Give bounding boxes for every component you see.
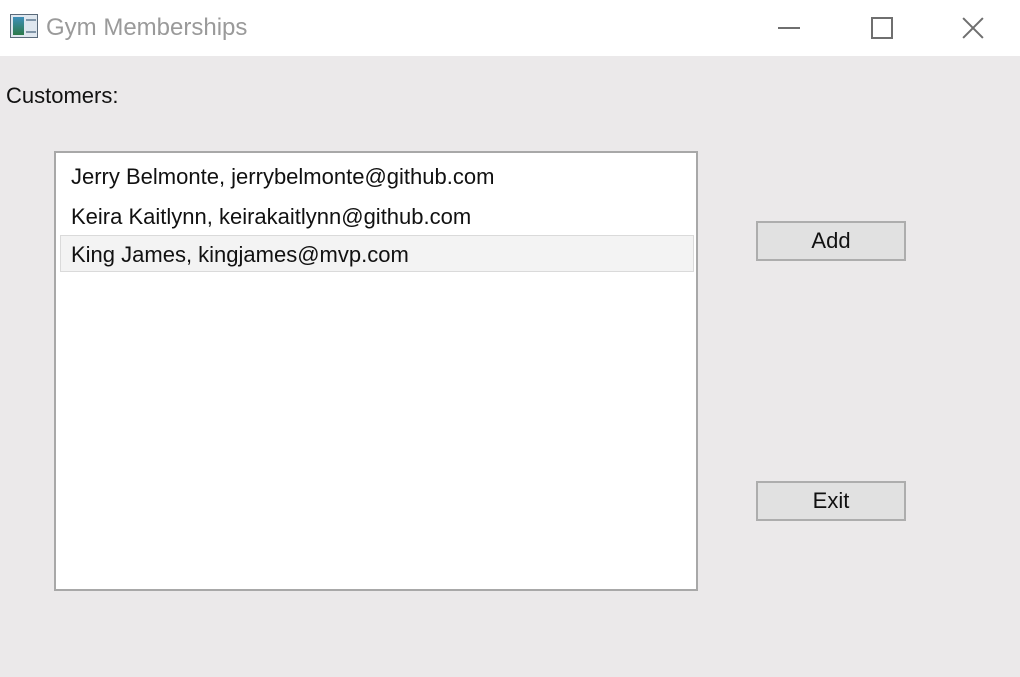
customers-label: Customers: xyxy=(6,83,119,108)
maximize-button[interactable] xyxy=(835,0,927,56)
app-icon-lines xyxy=(26,19,36,33)
minimize-icon xyxy=(778,27,800,29)
list-item[interactable]: Jerry Belmonte, jerrybelmonte@github.com xyxy=(60,157,694,194)
window-title: Gym Memberships xyxy=(46,14,248,41)
close-icon xyxy=(962,17,984,39)
add-button[interactable]: Add xyxy=(756,221,906,261)
list-item[interactable]: Keira Kaitlynn, keirakaitlynn@github.com xyxy=(60,197,694,234)
exit-button[interactable]: Exit xyxy=(756,481,906,521)
list-item-selected[interactable]: King James, kingjames@mvp.com xyxy=(60,235,694,272)
customers-listbox[interactable]: Jerry Belmonte, jerrybelmonte@github.com… xyxy=(54,151,698,591)
app-window: Gym Memberships Customers: Jerry Belmont… xyxy=(0,0,1020,677)
maximize-icon xyxy=(871,17,893,39)
minimize-button[interactable] xyxy=(743,0,835,56)
app-window-icon xyxy=(10,14,38,38)
title-bar[interactable]: Gym Memberships xyxy=(0,0,1020,56)
close-button[interactable] xyxy=(927,0,1019,56)
app-icon-pane xyxy=(13,17,24,35)
